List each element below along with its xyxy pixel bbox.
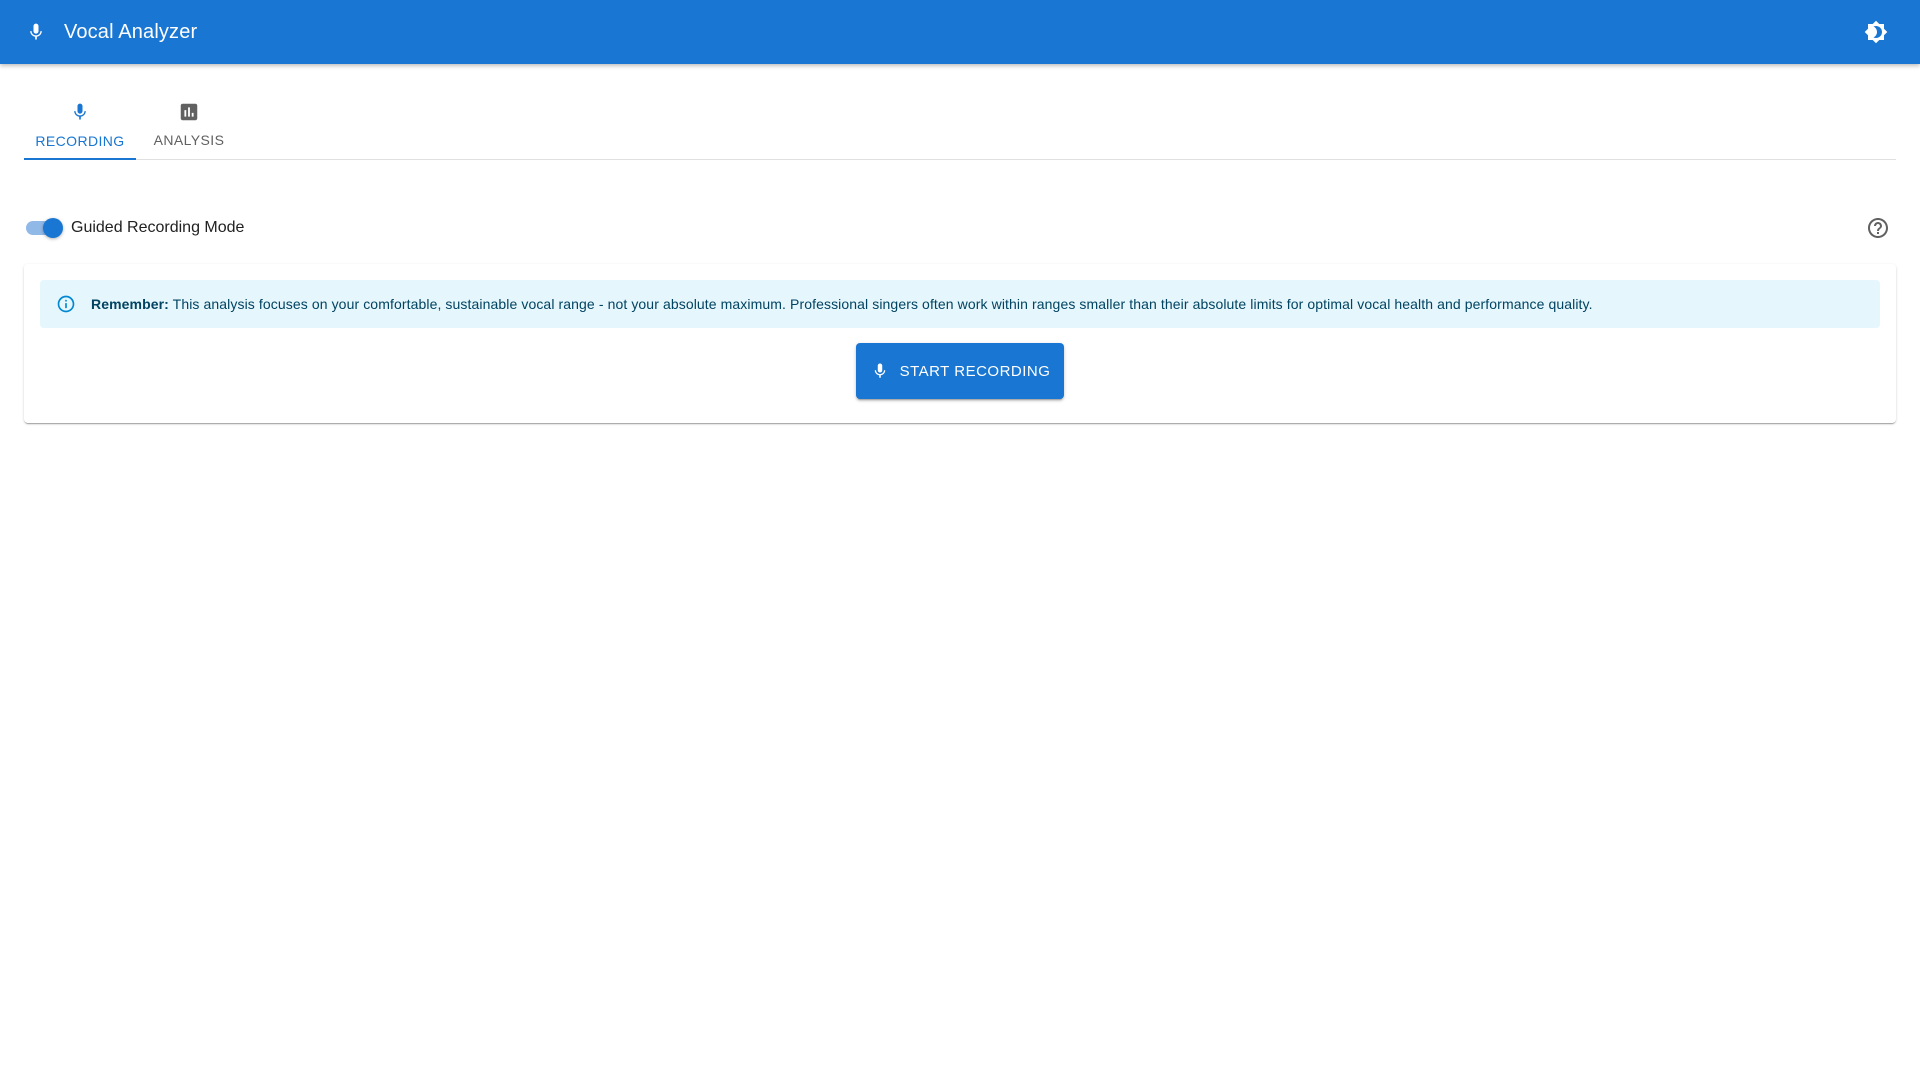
info-alert: Remember: This analysis focuses on your … <box>40 280 1880 328</box>
guided-mode-switch[interactable] <box>24 216 63 240</box>
tab-recording[interactable]: RECORDING <box>24 88 136 160</box>
recording-card: Remember: This analysis focuses on your … <box>24 264 1896 423</box>
bar-chart-icon <box>178 101 200 128</box>
start-recording-button[interactable]: START RECORDING <box>856 343 1064 399</box>
app-bar: Vocal Analyzer <box>0 0 1920 64</box>
start-recording-label: START RECORDING <box>899 362 1051 380</box>
switch-thumb <box>43 218 63 238</box>
help-circle-icon[interactable] <box>1866 216 1890 240</box>
app-title: Vocal Analyzer <box>64 21 198 43</box>
info-icon <box>56 294 76 314</box>
microphone-icon <box>870 361 890 381</box>
tab-analysis-label: ANALYSIS <box>153 131 225 148</box>
alert-message: Remember: This analysis focuses on your … <box>91 295 1593 313</box>
alert-body: This analysis focuses on your comfortabl… <box>168 296 1593 312</box>
active-tab-indicator <box>24 158 136 160</box>
alert-bold-label: Remember: <box>91 296 169 312</box>
tab-recording-label: RECORDING <box>35 132 125 149</box>
tab-analysis[interactable]: ANALYSIS <box>136 88 242 160</box>
microphone-icon <box>70 100 90 129</box>
guided-mode-label: Guided Recording Mode <box>71 219 245 236</box>
brightness-icon[interactable] <box>1860 16 1892 48</box>
microphone-icon <box>24 18 48 46</box>
tab-bar: RECORDING ANALYSIS <box>24 88 1896 160</box>
